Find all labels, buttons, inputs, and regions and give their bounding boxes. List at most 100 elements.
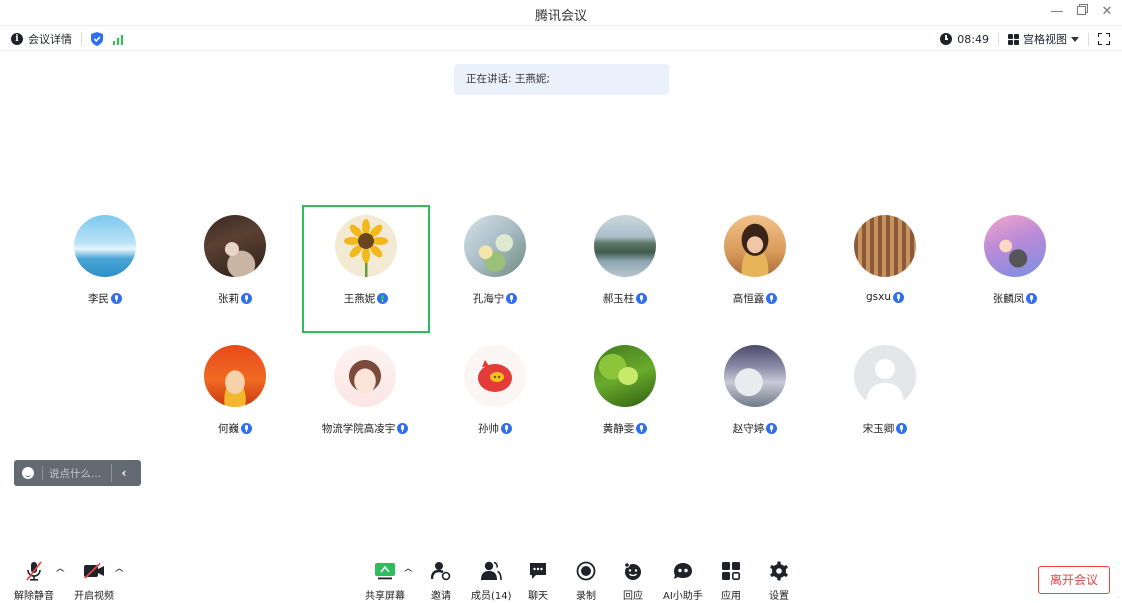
mic-icon [893, 291, 904, 303]
settings-button[interactable]: 设置 [768, 561, 790, 602]
mic-icon [506, 293, 518, 304]
participant-tile[interactable]: 张麟凤 [951, 205, 1079, 333]
title-bar: 腾讯会议 — ✕ [0, 0, 1122, 26]
audio-options-chevron-icon[interactable]: ^ [54, 568, 66, 579]
participant-tile[interactable]: 何巍 [171, 335, 299, 463]
divider [81, 32, 82, 46]
apps-grid-icon [720, 561, 742, 581]
chat-bubble-icon [527, 561, 549, 581]
mic-icon [766, 293, 778, 304]
ai-assistant-button[interactable]: AI小助手 [663, 561, 703, 602]
participant-tile[interactable]: 宋玉卿 [821, 335, 949, 463]
invite-label: 邀请 [431, 591, 451, 602]
record-button[interactable]: 录制 [575, 561, 597, 602]
record-label: 录制 [576, 591, 596, 602]
mic-icon [501, 423, 512, 434]
reactions-label: 回应 [623, 591, 643, 602]
meeting-info-bar: i 会议详情 08:49 宫格视图 [0, 27, 1122, 51]
restore-icon[interactable] [1074, 4, 1090, 20]
share-options-chevron-icon[interactable]: ^ [402, 568, 414, 579]
network-signal-icon[interactable] [113, 34, 123, 45]
mic-icon [241, 423, 252, 434]
info-icon[interactable]: i [11, 33, 23, 45]
ai-assistant-icon [672, 561, 694, 581]
apps-button[interactable]: 应用 [720, 561, 742, 602]
chat-quick-input[interactable]: 说点什么... ‹ [14, 460, 141, 486]
video-options-chevron-icon[interactable]: ^ [113, 568, 125, 579]
share-screen-label: 共享屏幕 [365, 591, 405, 602]
view-mode-dropdown[interactable]: 宫格视图 [1023, 31, 1067, 47]
participant-tile[interactable]: 郝玉柱 [561, 205, 689, 333]
reactions-button[interactable]: 回应 [622, 561, 644, 602]
leave-meeting-button[interactable]: 离开会议 [1038, 566, 1110, 594]
avatar [854, 215, 916, 277]
participant-name: 高恒露 [691, 291, 819, 306]
avatar [594, 345, 656, 407]
participant-name: 宋玉卿 [821, 421, 949, 436]
members-button[interactable]: 成员(14) [471, 561, 512, 602]
participant-name: 孔海宁 [431, 291, 559, 306]
avatar [464, 345, 526, 407]
divider [1088, 32, 1089, 46]
collapse-chat-icon[interactable]: ‹ [112, 466, 136, 480]
chat-input-placeholder[interactable]: 说点什么... [49, 466, 111, 481]
divider [998, 32, 999, 46]
ai-assistant-label: AI小助手 [663, 591, 703, 602]
unmute-button[interactable]: 解除静音 [14, 561, 54, 602]
invite-user-icon [430, 561, 452, 581]
emoji-icon[interactable] [22, 467, 34, 479]
participant-tile[interactable]: 赵守婷 [691, 335, 819, 463]
participant-tile[interactable]: 孙帅 [431, 335, 559, 463]
unmute-label: 解除静音 [14, 591, 54, 602]
share-screen-button[interactable]: 共享屏幕 [365, 561, 405, 602]
participant-tile[interactable]: gsxu [821, 205, 949, 333]
invite-button[interactable]: 邀请 [430, 561, 452, 602]
participant-tile[interactable]: 黄静雯 [561, 335, 689, 463]
participant-name: gsxu [821, 291, 949, 303]
apps-label: 应用 [721, 591, 741, 602]
security-shield-icon[interactable] [91, 32, 103, 46]
avatar [724, 345, 786, 407]
close-icon[interactable]: ✕ [1099, 4, 1115, 20]
participant-tile[interactable]: 物流学院高凌宇 [301, 335, 429, 463]
settings-label: 设置 [769, 591, 789, 602]
chat-button[interactable]: 聊天 [527, 561, 549, 602]
bottom-toolbar: 解除静音 ^ 开启视频 ^ 共享屏幕 ^ 邀请 成员(14) 聊天 录制 回应 … [0, 555, 1122, 603]
participant-name: 何巍 [171, 421, 299, 436]
camera-off-icon [83, 561, 105, 581]
minimize-icon[interactable]: — [1049, 4, 1065, 20]
avatar [204, 345, 266, 407]
mic-icon [397, 423, 409, 434]
avatar [204, 215, 266, 277]
divider [42, 466, 43, 480]
participant-name: 赵守婷 [691, 421, 819, 436]
avatar [724, 215, 786, 277]
participant-name: 孙帅 [431, 421, 559, 436]
mic-muted-icon [23, 561, 45, 581]
mic-speaking-icon [377, 293, 389, 304]
mic-icon [896, 423, 908, 434]
meeting-timer: 08:49 [957, 32, 989, 46]
avatar [854, 345, 916, 407]
avatar [74, 215, 136, 277]
participant-name: 张莉 [171, 291, 299, 306]
share-screen-icon [374, 561, 396, 581]
grid-view-icon[interactable] [1008, 33, 1019, 45]
participant-name: 张麟凤 [951, 291, 1079, 306]
participant-tile[interactable]: 张莉 [171, 205, 299, 333]
meeting-details-link[interactable]: 会议详情 [28, 31, 72, 47]
clock-icon [940, 33, 953, 45]
participant-tile-active-speaker[interactable]: 王燕妮 [302, 205, 430, 333]
window-title: 腾讯会议 [534, 9, 587, 24]
mic-icon [636, 293, 648, 304]
chevron-down-icon[interactable] [1071, 36, 1079, 42]
participant-tile[interactable]: 李民 [41, 205, 169, 333]
participant-name: 黄静雯 [561, 421, 689, 436]
participant-tile[interactable]: 高恒露 [691, 205, 819, 333]
participant-name: 郝玉柱 [561, 291, 689, 306]
participant-tile[interactable]: 孔海宁 [431, 205, 559, 333]
avatar [464, 215, 526, 277]
start-video-button[interactable]: 开启视频 [74, 561, 114, 602]
fullscreen-icon[interactable] [1098, 33, 1110, 45]
avatar [594, 215, 656, 277]
